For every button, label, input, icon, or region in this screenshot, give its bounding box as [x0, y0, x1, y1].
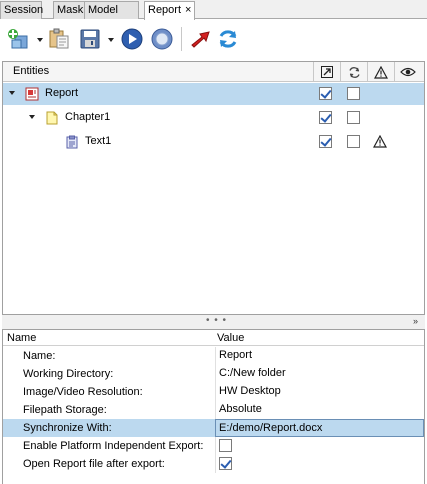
property-value [215, 437, 424, 455]
warning-icon [373, 135, 387, 148]
warning-icon[interactable] [367, 62, 394, 82]
tab-label: Model [88, 4, 118, 16]
sync-checkbox[interactable] [347, 111, 360, 124]
platform-independent-checkbox[interactable] [219, 439, 232, 452]
open-after-export-checkbox[interactable] [219, 457, 232, 470]
tree-row-label: Chapter1 [65, 111, 111, 123]
tree-row-report[interactable]: Report [3, 83, 424, 105]
tab-bar: Session Mask Model Report × [0, 0, 427, 20]
export-checkbox[interactable] [319, 111, 332, 124]
property-row-filepath-storage[interactable]: Filepath Storage: Absolute [3, 401, 424, 419]
eye-icon[interactable] [394, 62, 421, 82]
tree-row-label: Report [45, 87, 79, 99]
property-row-name[interactable]: Name: Report [3, 347, 424, 365]
folder-icon [46, 111, 58, 125]
text-item-icon [66, 135, 78, 149]
collapse-icon[interactable]: » [413, 316, 418, 326]
tree-row-text1[interactable]: Text1 [3, 131, 424, 153]
tree-row-label: Text1 [85, 135, 112, 147]
property-label: Name: [23, 350, 56, 362]
tab-session[interactable]: Session [0, 1, 44, 19]
sync-checkbox[interactable] [347, 135, 360, 148]
property-row-working-directory[interactable]: Working Directory: C:/New folder [3, 365, 424, 383]
property-label: Synchronize With: [23, 422, 112, 434]
panel-splitter[interactable]: • • • » [2, 315, 425, 329]
tab-label: Report [148, 4, 182, 16]
run-icon[interactable] [120, 27, 144, 51]
toolbar [0, 19, 427, 61]
export-icon[interactable] [188, 27, 212, 51]
stop-icon[interactable] [150, 27, 174, 51]
property-label: Image/Video Resolution: [23, 386, 143, 398]
property-label: Open Report file after export: [23, 458, 165, 470]
splitter-grip[interactable]: • • • [206, 315, 227, 326]
tree-row-chapter1[interactable]: Chapter1 [3, 107, 424, 129]
tab-label: Mask [57, 4, 84, 16]
property-row-synchronize-with[interactable]: Synchronize With: E:/demo/Report.docx [3, 419, 424, 437]
refresh-icon[interactable] [216, 27, 240, 51]
sync-checkbox[interactable] [347, 87, 360, 100]
paste-icon[interactable] [47, 27, 71, 51]
property-row-open-after-export[interactable]: Open Report file after export: [3, 455, 424, 473]
chevron-down-icon[interactable] [9, 91, 15, 95]
export-checkbox[interactable] [319, 87, 332, 100]
chevron-down-icon[interactable] [108, 38, 114, 42]
entities-header: Entities [3, 62, 424, 82]
report-icon [25, 87, 39, 101]
close-icon[interactable]: × [185, 4, 191, 16]
property-value[interactable]: E:/demo/Report.docx [215, 419, 424, 437]
property-row-platform-independent-export[interactable]: Enable Platform Independent Export: [3, 437, 424, 455]
property-value[interactable]: C:/New folder [215, 365, 424, 383]
name-column-header: Name [7, 332, 37, 344]
value-column-header: Value [217, 332, 245, 344]
property-value[interactable]: Report [215, 347, 424, 365]
property-label: Enable Platform Independent Export: [23, 440, 204, 452]
export-checkbox[interactable] [319, 135, 332, 148]
properties-header: Name Value [3, 330, 424, 346]
entities-panel: Entities Report Chapter1 Text1 [2, 61, 425, 315]
property-label: Filepath Storage: [23, 404, 107, 416]
tab-mask[interactable]: Mask [53, 1, 88, 19]
tab-model[interactable]: Model [84, 1, 139, 19]
property-label: Working Directory: [23, 368, 114, 380]
entities-column-title: Entities [13, 65, 50, 77]
sync-icon[interactable] [340, 62, 367, 82]
property-row-resolution[interactable]: Image/Video Resolution: HW Desktop [3, 383, 424, 401]
toolbar-separator [181, 27, 182, 51]
property-value[interactable]: HW Desktop [215, 383, 424, 401]
property-value [215, 455, 424, 473]
tab-report[interactable]: Report × [144, 1, 195, 20]
property-value[interactable]: Absolute [215, 401, 424, 419]
save-icon[interactable] [78, 27, 102, 51]
chevron-down-icon[interactable] [37, 38, 43, 42]
properties-panel: Name Value Name: Report Working Director… [2, 329, 425, 484]
chevron-down-icon[interactable] [29, 115, 35, 119]
add-entity-icon[interactable] [6, 27, 30, 51]
tab-label: Session [4, 4, 44, 16]
link-out-icon[interactable] [313, 62, 340, 82]
